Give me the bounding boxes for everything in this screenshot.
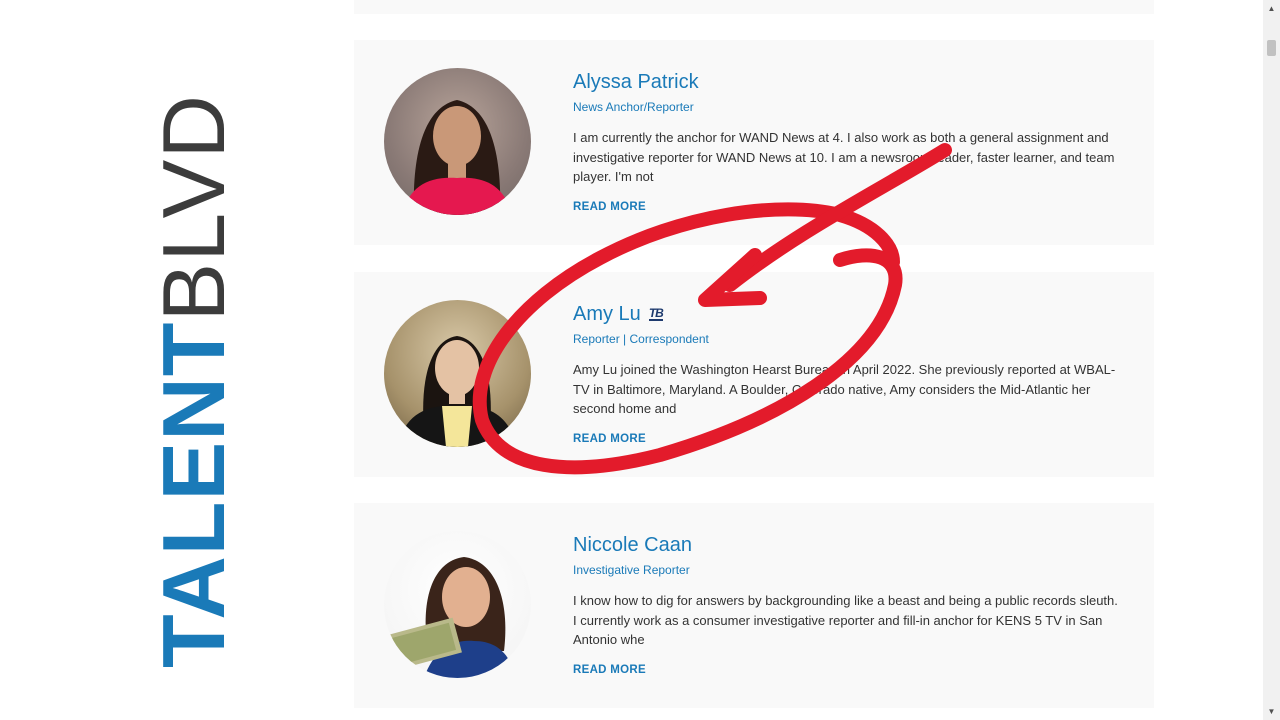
avatar[interactable] xyxy=(384,68,531,215)
profile-role: Reporter | Correspondent xyxy=(573,332,709,346)
profile-name[interactable]: Alyssa Patrick xyxy=(573,70,1118,94)
profile-role: Investigative Reporter xyxy=(573,563,690,577)
read-more-link[interactable]: READ MORE xyxy=(573,664,646,676)
profile-card: Amy Lu TB Reporter | Correspondent Amy Lu… xyxy=(354,272,1154,477)
profile-card: Niccole Caan Investigative Reporter I kn… xyxy=(354,503,1154,708)
tb-badge-icon: TB xyxy=(648,306,664,321)
profile-bio: I am currently the anchor for WAND News … xyxy=(573,130,1115,184)
profile-card: Alyssa Patrick News Anchor/Reporter I am… xyxy=(354,40,1154,245)
profile-role: News Anchor/Reporter xyxy=(573,100,694,114)
avatar[interactable] xyxy=(384,300,531,447)
profile-bio: I know how to dig for answers by backgro… xyxy=(573,593,1118,647)
avatar[interactable] xyxy=(384,531,531,678)
logo-talent-text: TALENT xyxy=(144,321,243,668)
talentblvd-logo[interactable]: TALENTBLVD xyxy=(144,94,243,668)
read-more-link[interactable]: READ MORE xyxy=(573,433,646,445)
vertical-scrollbar[interactable]: ▲ ▼ xyxy=(1263,0,1280,720)
profile-bio: Amy Lu joined the Washington Hearst Bure… xyxy=(573,362,1116,416)
triangle-up-icon[interactable]: ▲ xyxy=(1263,0,1280,17)
profile-name[interactable]: Niccole Caan xyxy=(573,533,1118,557)
read-more-link[interactable]: READ MORE xyxy=(573,201,646,213)
previous-profile-card xyxy=(354,0,1154,14)
scrollbar-thumb[interactable] xyxy=(1267,40,1276,56)
logo-blvd-text: BLVD xyxy=(144,94,243,322)
triangle-down-icon[interactable]: ▼ xyxy=(1263,703,1280,720)
profile-name[interactable]: Amy Lu TB xyxy=(573,302,1118,326)
